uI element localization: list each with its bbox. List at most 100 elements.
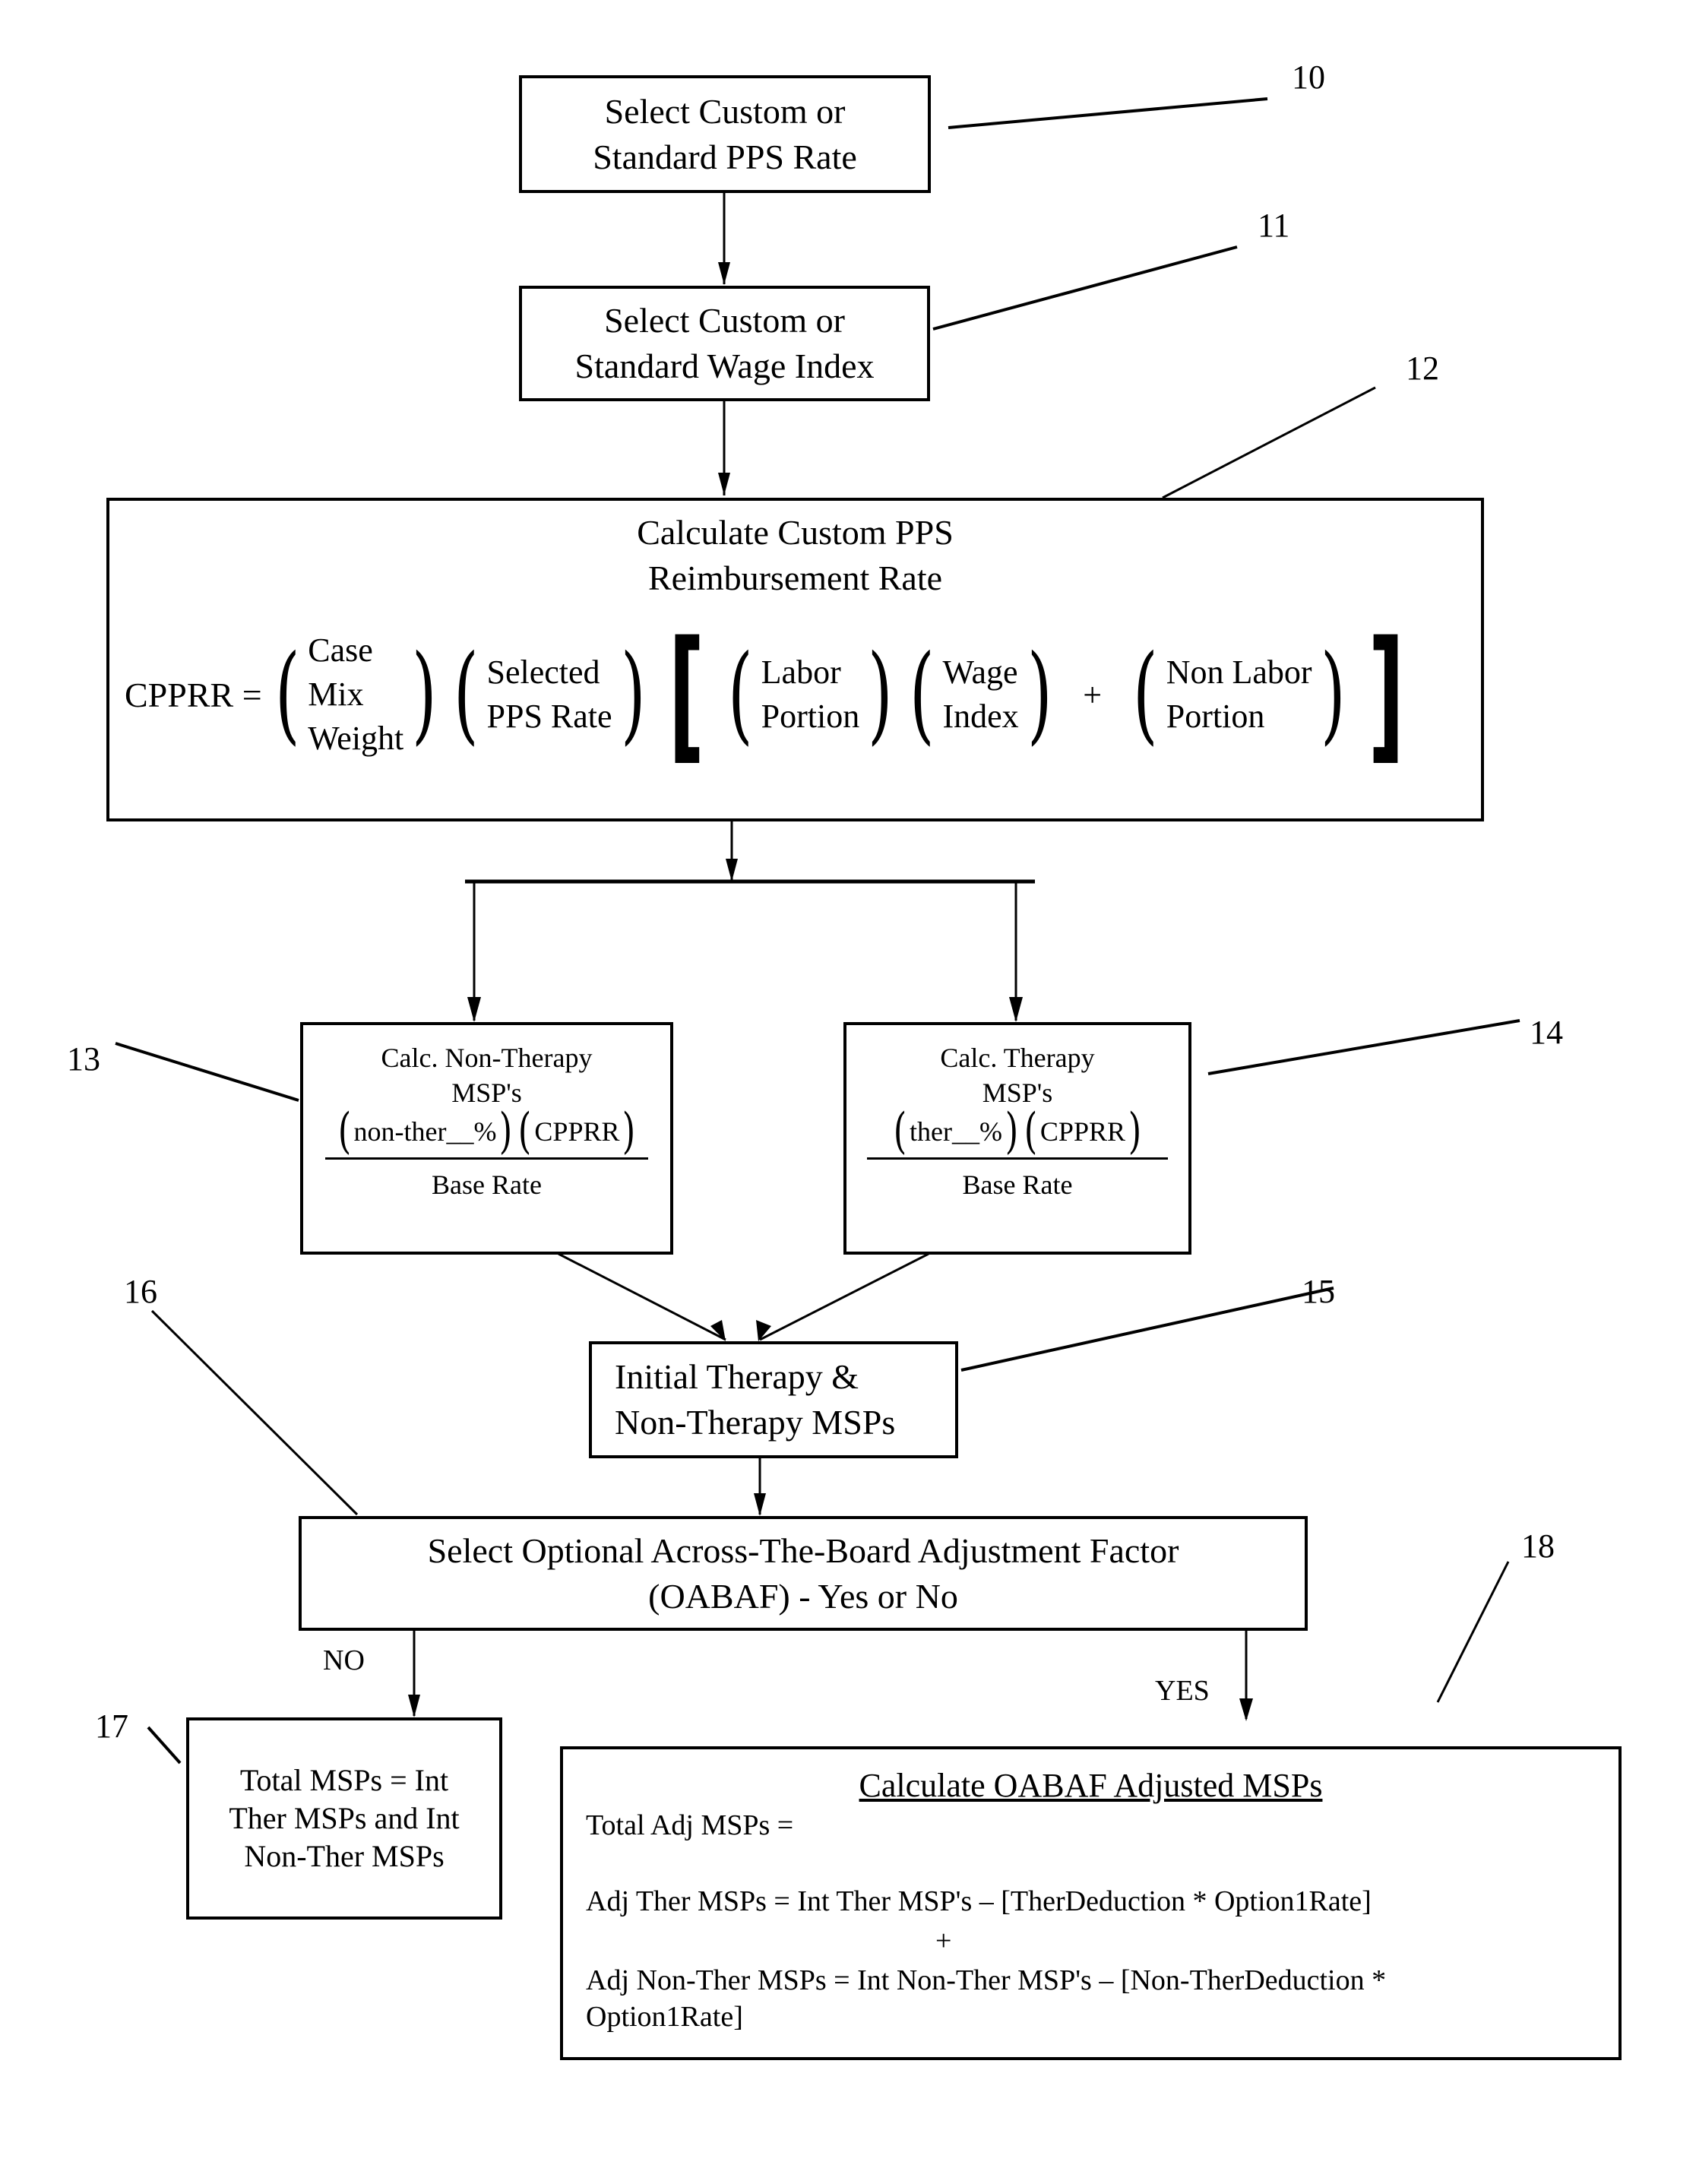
step-14-title-line-1: Calc. Therapy [940,1043,1095,1073]
step-14-calc-therapy-msps: Calc. Therapy MSP's ( ther__% ) ( CPPRR … [843,1022,1191,1255]
step-13-title: Calc. Non-Therapy MSP's [303,1040,670,1110]
step-13-calc-non-therapy-msps: Calc. Non-Therapy MSP's ( non-ther__% ) … [300,1022,673,1255]
term-line: Index [942,698,1019,735]
ref-label-12: 12 [1406,350,1439,387]
term-wage-index: Wage Index [942,650,1018,739]
term-line: PPS Rate [486,698,612,735]
ref-label-14: 14 [1530,1014,1563,1051]
step-14-numerator-b: CPPRR [1039,1116,1125,1147]
step-15-initial-msps: Initial Therapy & Non-Therapy MSPs [589,1341,958,1458]
leader-11 [932,245,1238,331]
step-10-line-1: Select Custom or [604,91,846,131]
step-13-numerator-b: CPPRR [534,1116,620,1147]
term-line: Case [308,631,373,669]
fraction-bar [324,1157,649,1160]
ref-label-13: 13 [67,1040,100,1078]
step-12-title-line-2: Reimbursement Rate [647,559,943,597]
paren-open-icon: ( [337,1103,351,1160]
term-line: Labor [761,654,841,691]
step-18-plus: + [935,1925,952,1957]
step-11-select-wage-index: Select Custom or Standard Wage Index [519,286,930,401]
step-14-numerator-a: ther__% [910,1116,1002,1147]
term-selected-pps-rate: Selected PPS Rate [487,650,612,739]
term-line: Wage [942,654,1018,691]
step-10-line-2: Standard PPS Rate [593,137,857,176]
step-13-title-line-1: Calc. Non-Therapy [381,1043,593,1073]
paren-open-icon: ( [727,632,753,756]
leader-10 [948,97,1268,129]
term-line: Selected [486,654,600,691]
formula-lhs: CPPRR = [125,675,262,714]
leader-16 [150,1309,359,1516]
term-non-labor-portion: Non Labor Portion [1166,650,1312,739]
step-15-line-2: Non-Therapy MSPs [615,1403,896,1442]
arrow-13-to-15 [558,1252,726,1341]
leader-15 [960,1287,1334,1372]
step-16-line-1: Select Optional Across-The-Board Adjustm… [427,1530,1179,1570]
bracket-open-icon: [ [668,610,705,778]
step-13-title-line-2: MSP's [451,1078,522,1108]
paren-close-icon: ) [620,632,646,756]
step-10-select-pps-rate: Select Custom or Standard PPS Rate [519,75,931,193]
paren-open-icon: ( [909,632,935,756]
step-18-title: Calculate OABAF Adjusted MSPs [859,1767,1323,1804]
step-18-calculate-oabaf-adjusted: Calculate OABAF Adjusted MSPs Total Adj … [560,1746,1622,2060]
paren-open-icon: ( [453,632,479,756]
paren-close-icon: ) [1005,1103,1019,1160]
term-line: Mix [308,676,364,713]
ref-label-10: 10 [1292,59,1325,96]
term-line: Portion [1166,698,1265,735]
step-11-line-1: Select Custom or [604,301,845,340]
paren-close-icon: ) [1320,632,1346,756]
paren-close-icon: ) [412,632,437,756]
leader-17 [147,1726,182,1765]
paren-open-icon: ( [1133,632,1158,756]
leader-18 [1436,1561,1510,1703]
step-12-title-line-1: Calculate Custom PPS [637,513,954,552]
arrow-14-to-15 [759,1252,929,1341]
ref-label-17: 17 [95,1708,128,1745]
paren-close-icon: ) [868,632,893,756]
ref-label-16: 16 [124,1273,157,1310]
step-16-line-2: (OABAF) - Yes or No [648,1576,958,1616]
ref-label-18: 18 [1521,1527,1555,1565]
bracket-close-icon: ] [1368,610,1405,778]
term-case-mix-weight: Case Mix Weight [308,628,403,761]
step-14-numerator: ( ther__% ) ( CPPRR ) [846,1103,1188,1160]
paren-open-icon: ( [518,1103,532,1160]
paren-close-icon: ) [499,1103,513,1160]
step-15-line-1: Initial Therapy & [615,1357,859,1396]
step-14-denominator: Base Rate [962,1170,1073,1200]
step-17-total-msps: Total MSPs = Int Ther MSPs and Int Non-T… [186,1717,502,1920]
step-18-total-line: Total Adj MSPs = [586,1809,794,1841]
ref-label-11: 11 [1258,207,1290,244]
step-14-title: Calc. Therapy MSP's [846,1040,1188,1110]
leader-14 [1207,1019,1520,1075]
term-line: Weight [308,720,404,757]
ref-label-15: 15 [1302,1273,1335,1310]
term-line: Non Labor [1166,654,1312,691]
term-labor-portion: Labor Portion [761,650,860,739]
formula-plus: + [1083,676,1103,714]
step-18-non-ther-line-2: Option1Rate] [586,2001,743,2033]
paren-close-icon: ) [1027,632,1052,756]
leader-12 [1162,386,1376,499]
branch-no-label: NO [323,1644,365,1676]
term-line: Portion [761,698,860,735]
leader-13 [115,1042,299,1102]
step-13-denominator: Base Rate [432,1170,542,1200]
step-12-calculate-cpprr: Calculate Custom PPS Reimbursement Rate … [106,498,1484,821]
cpprr-formula: CPPRR = ( Case Mix Weight ) ( Selected P… [125,622,1466,767]
step-13-numerator-a: non-ther__% [353,1116,497,1147]
step-17-line-2: Ther MSPs and Int [229,1801,460,1835]
paren-open-icon: ( [1024,1103,1038,1160]
step-17-line-1: Total MSPs = Int [239,1763,449,1797]
paren-open-icon: ( [274,632,300,756]
step-17-line-3: Non-Ther MSPs [244,1839,445,1873]
paren-close-icon: ) [622,1103,636,1160]
step-11-line-2: Standard Wage Index [574,347,875,385]
step-16-select-oabaf: Select Optional Across-The-Board Adjustm… [299,1516,1308,1631]
step-13-numerator: ( non-ther__% ) ( CPPRR ) [303,1103,670,1160]
paren-close-icon: ) [1128,1103,1142,1160]
branch-yes-label: YES [1155,1675,1210,1707]
